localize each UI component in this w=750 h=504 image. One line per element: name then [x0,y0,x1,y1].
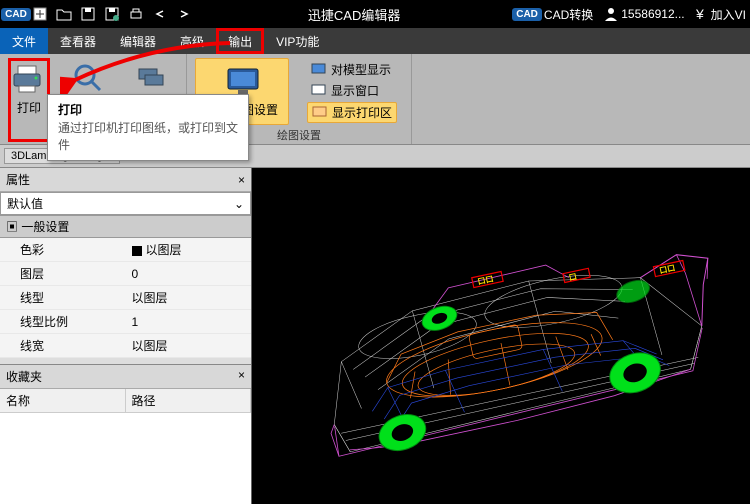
saveas-icon[interactable] [102,4,122,24]
area-small-icon [312,105,328,121]
print-label: 打印 [17,99,41,116]
default-dropdown[interactable]: 默认值 ⌄ [0,192,251,215]
app-title: 迅捷CAD编辑器 [196,5,512,24]
tooltip-body: 通过打印机打印图纸，或打印到文件 [58,120,238,154]
sidebar: 属性 × 默认值 ⌄ ▣ 一般设置 色彩以图层 图层0 线型以图层 线型比例1 … [0,168,252,504]
prop-row-layer[interactable]: 图层0 [0,262,251,286]
menu-editor[interactable]: 编辑器 [108,28,168,54]
redo-icon[interactable] [174,4,194,24]
prop-row-lineweight[interactable]: 线宽以图层 [0,334,251,358]
title-bar: CAD 迅捷CAD编辑器 CAD CAD转换 15586912... ¥ 加入V… [0,0,750,28]
color-swatch-icon [132,246,142,256]
printer-icon [11,61,47,97]
window-small-icon [311,83,327,99]
prop-row-ltscale[interactable]: 线型比例1 [0,310,251,334]
panel-close-icon[interactable]: × [238,368,245,385]
tooltip-title: 打印 [58,101,238,118]
menu-output[interactable]: 输出 [216,28,264,54]
menu-file[interactable]: 文件 [0,28,48,54]
join-vip-link[interactable]: 加入VI [711,6,746,23]
model-display-check[interactable]: 对模型显示 [307,60,397,79]
menu-vip[interactable]: VIP功能 [264,28,331,54]
save-icon[interactable] [78,4,98,24]
prop-row-linetype[interactable]: 线型以图层 [0,286,251,310]
print-area-check[interactable]: 显示打印区 [307,102,397,123]
open-icon[interactable] [54,4,74,24]
app-logo-icon: CAD [6,4,26,24]
properties-header: 属性 × [0,168,251,192]
multi-print-icon [134,60,170,96]
currency-icon: ¥ [693,6,709,22]
new-icon[interactable] [30,4,50,24]
user-icon [603,6,619,22]
fav-col-name[interactable]: 名称 [0,389,126,412]
print-tooltip: 打印 通过打印机打印图纸，或打印到文件 [47,94,249,161]
svg-text:口口: 口口 [477,274,495,286]
favorites-header: 收藏夹 × [0,365,251,389]
prop-row-color[interactable]: 色彩以图层 [0,238,251,262]
panel-close-icon[interactable]: × [238,173,245,187]
monitor-small-icon [311,62,327,78]
favorites-panel: 收藏夹 × 名称 路径 [0,364,251,504]
svg-text:¥: ¥ [695,6,704,22]
svg-text:口: 口 [568,272,578,282]
menu-bar: 文件 查看器 编辑器 高级 输出 VIP功能 [0,28,750,54]
car-wireframe: 口口 口 口口 [252,168,750,504]
section-general[interactable]: ▣ 一般设置 [0,215,251,238]
chevron-down-icon: ⌄ [234,197,244,211]
cad-convert-link[interactable]: CAD转换 [544,6,593,23]
user-id[interactable]: 15586912... [621,7,684,21]
window-display-check[interactable]: 显示窗口 [307,81,397,100]
menu-advanced[interactable]: 高级 [168,28,216,54]
print-icon[interactable] [126,4,146,24]
cad-badge-icon: CAD [512,8,542,21]
magnifier-icon [70,60,106,96]
drawing-canvas[interactable]: 口口 口 口口 [252,168,750,504]
work-area: 属性 × 默认值 ⌄ ▣ 一般设置 色彩以图层 图层0 线型以图层 线型比例1 … [0,168,750,504]
fav-col-path[interactable]: 路径 [126,389,252,412]
properties-table: 色彩以图层 图层0 线型以图层 线型比例1 线宽以图层 [0,238,251,358]
print-button[interactable]: 打印 [8,58,50,142]
svg-text:口口: 口口 [659,263,677,275]
menu-viewer[interactable]: 查看器 [48,28,108,54]
undo-icon[interactable] [150,4,170,24]
